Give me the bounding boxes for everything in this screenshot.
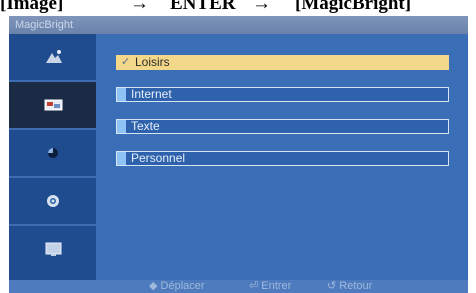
option-indicator	[117, 152, 126, 165]
sidebar	[9, 34, 96, 280]
option-internet[interactable]: Internet	[116, 87, 449, 102]
check-icon: ✓	[121, 56, 131, 68]
osd-menu: MagicBright ✓ Loisirs Internet Texte Per…	[9, 16, 468, 293]
caption-magicbright: [MagicBright]	[295, 0, 412, 14]
sidebar-item-color[interactable]	[9, 130, 96, 176]
screen-icon	[44, 99, 62, 111]
caption-image: [Image]	[0, 0, 64, 14]
option-personnel[interactable]: Personnel	[116, 151, 449, 166]
enter-hint: ⏎ Entrer	[249, 280, 291, 293]
move-hint: ◆ Déplacer	[149, 280, 205, 293]
option-loisirs[interactable]: ✓ Loisirs	[116, 55, 449, 70]
sidebar-item-screen[interactable]	[9, 82, 96, 128]
sidebar-item-picture[interactable]	[9, 34, 96, 80]
option-label: Internet	[131, 87, 172, 101]
sidebar-item-information[interactable]	[9, 226, 96, 272]
updown-arrow-icon: ◆	[149, 280, 158, 292]
option-label: Personnel	[131, 151, 186, 165]
color-icon	[47, 148, 58, 158]
enter-icon: ⏎	[249, 280, 259, 292]
caption-enter: ENTER	[170, 0, 236, 14]
enter-label: Entrer	[261, 280, 292, 292]
picture-icon	[45, 50, 62, 63]
caption-arrow-2: →	[252, 0, 271, 14]
move-label: Déplacer	[160, 280, 205, 292]
option-indicator	[117, 120, 126, 133]
information-icon	[45, 242, 61, 256]
options-panel: ✓ Loisirs Internet Texte Personnel	[96, 34, 468, 280]
option-indicator	[117, 88, 126, 101]
return-label: Retour	[339, 280, 373, 292]
sidebar-item-setup[interactable]	[9, 178, 96, 224]
menu-title: MagicBright	[9, 16, 468, 34]
return-hint: ↺ Retour	[327, 280, 372, 293]
caption-arrow: →	[130, 0, 149, 14]
option-label: Texte	[131, 119, 160, 133]
return-icon: ↺	[327, 280, 337, 292]
option-texte[interactable]: Texte	[116, 119, 449, 134]
help-bar: ◆ Déplacer ⏎ Entrer ↺ Retour	[9, 280, 468, 293]
setup-icon	[46, 195, 59, 207]
option-label: Loisirs	[135, 55, 170, 69]
